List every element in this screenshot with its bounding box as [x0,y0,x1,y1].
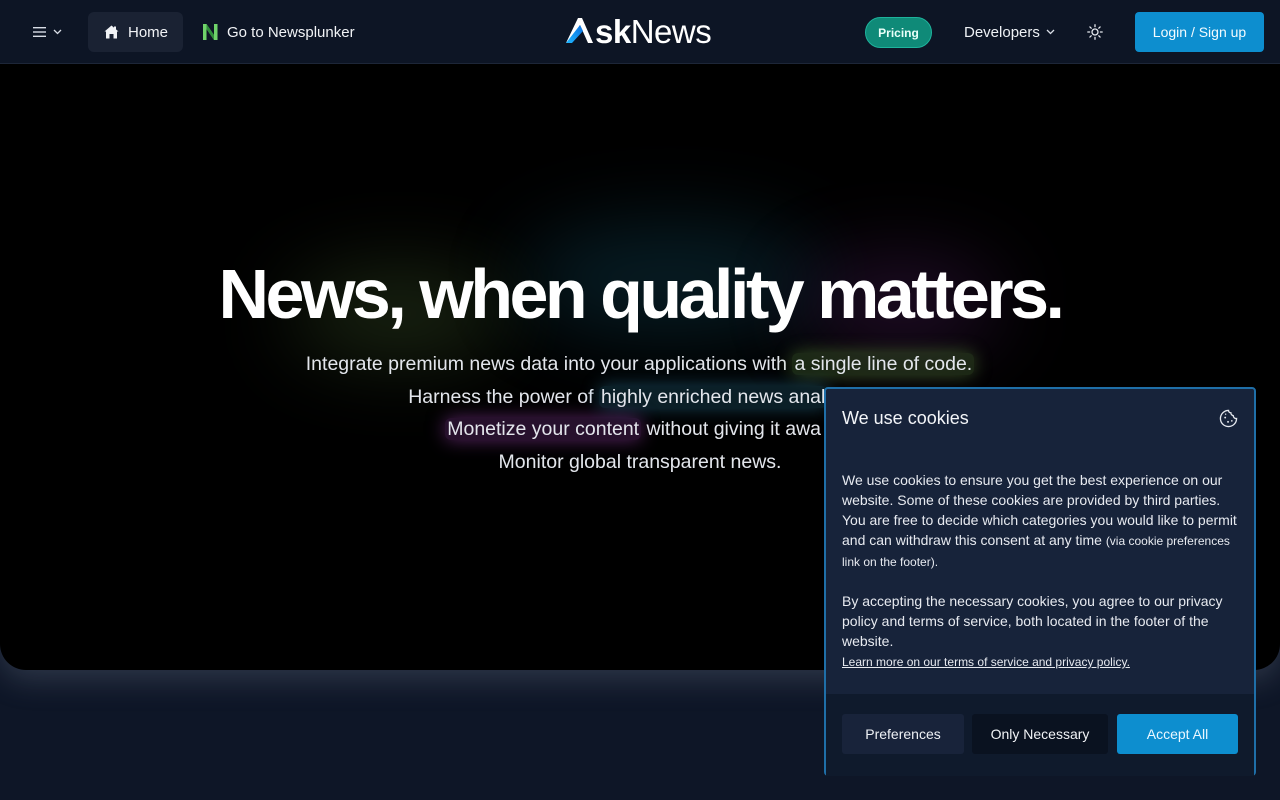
pricing-button[interactable]: Pricing [865,17,932,48]
developers-label: Developers [964,23,1040,41]
only-necessary-button[interactable]: Only Necessary [972,714,1108,754]
home-icon [104,25,119,39]
hero-line-2-highlight: highly enriched news anal [598,386,828,408]
chevron-down-icon [1046,29,1055,35]
logo-suffix: News [630,12,712,50]
home-label: Home [128,23,169,41]
cookie-icon [1219,409,1238,428]
newsplunker-label: Go to Newsplunker [227,23,355,41]
cookie-paragraph-2: By accepting the necessary cookies, you … [842,593,1223,649]
accept-all-button[interactable]: Accept All [1117,714,1238,754]
hamburger-icon [32,27,46,37]
asknews-logo[interactable]: skNews [564,14,716,48]
newsplunker-link[interactable]: Go to Newsplunker [202,12,355,52]
login-signup-button[interactable]: Login / Sign up [1135,12,1264,52]
cookie-actions: Preferences Only Necessary Accept All [826,694,1254,776]
cookie-paragraph-1: We use cookies to ensure you get the bes… [842,470,1242,572]
hero-line-3-text: without giving it awa [641,418,822,440]
hero-line-1-text: Integrate premium news data into your ap… [305,353,793,375]
hero-line-3-highlight: Monetize your content [445,418,642,440]
hero-line-1: Integrate premium news data into your ap… [0,348,1280,380]
cookie-preferences-button[interactable]: Preferences [842,714,964,754]
logo-prefix: sk [595,12,631,50]
asknews-a-logo-icon [566,18,593,43]
hero-line-2-text: Harness the power of [408,386,599,408]
hero-headline: News, when quality matters. [218,255,1065,333]
top-navbar: Home Go to Newsplunker skNews Pricing De… [0,0,1280,64]
main-menu-button[interactable] [24,16,70,48]
hero-line-1-highlight: a single line of code. [792,353,975,375]
sun-icon [1087,24,1103,40]
cookie-consent-dialog: We use cookies We use cookies to ensure … [824,387,1256,776]
cookie-title: We use cookies [842,408,969,428]
chevron-down-icon [53,29,61,35]
developers-dropdown[interactable]: Developers [964,16,1055,48]
newsplunker-logo-icon [203,24,218,40]
logo-text: skNews [595,12,712,50]
home-button[interactable]: Home [88,12,183,52]
terms-privacy-link[interactable]: Learn more on our terms of service and p… [842,652,1242,672]
theme-toggle-button[interactable] [1083,20,1107,44]
cookie-description: We use cookies to ensure you get the bes… [842,470,1242,672]
